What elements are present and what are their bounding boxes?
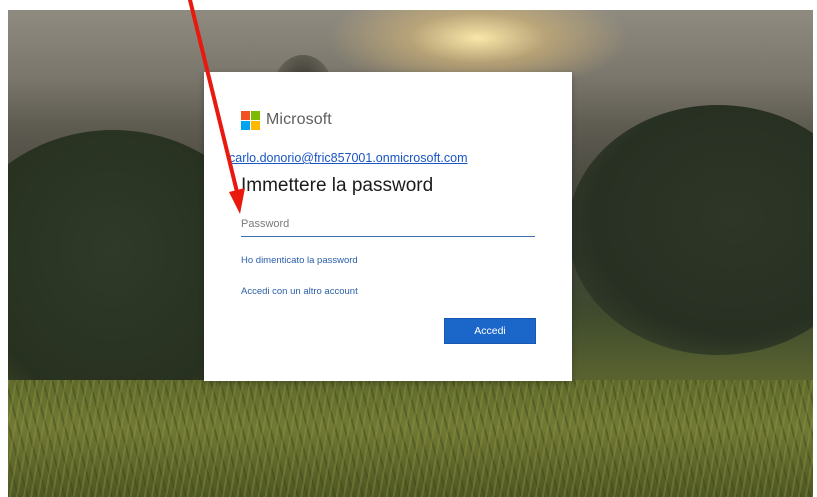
password-input[interactable] [241,212,535,237]
other-account-link[interactable]: Accedi con un altro account [241,286,358,297]
forgot-password-link[interactable]: Ho dimenticato la password [241,255,358,266]
page-title: Immettere la password [241,175,434,196]
sign-in-card: Microsoft carlo.donorio@fric857001.onmic… [204,72,572,381]
background-grass [8,380,813,497]
logo-square-blue [241,120,250,130]
microsoft-logo-text: Microsoft [266,111,332,128]
background-hill-right [568,105,813,355]
logo-square-green [251,110,260,120]
microsoft-logo-icon [241,110,260,130]
account-email-link[interactable]: carlo.donorio@fric857001.onmicrosoft.com [229,151,468,165]
microsoft-logo: Microsoft [241,109,332,131]
logo-square-yellow [251,120,260,130]
logo-square-red [241,110,250,120]
signin-button[interactable]: Accedi [444,318,536,344]
screenshot-frame: Microsoft carlo.donorio@fric857001.onmic… [0,0,817,497]
